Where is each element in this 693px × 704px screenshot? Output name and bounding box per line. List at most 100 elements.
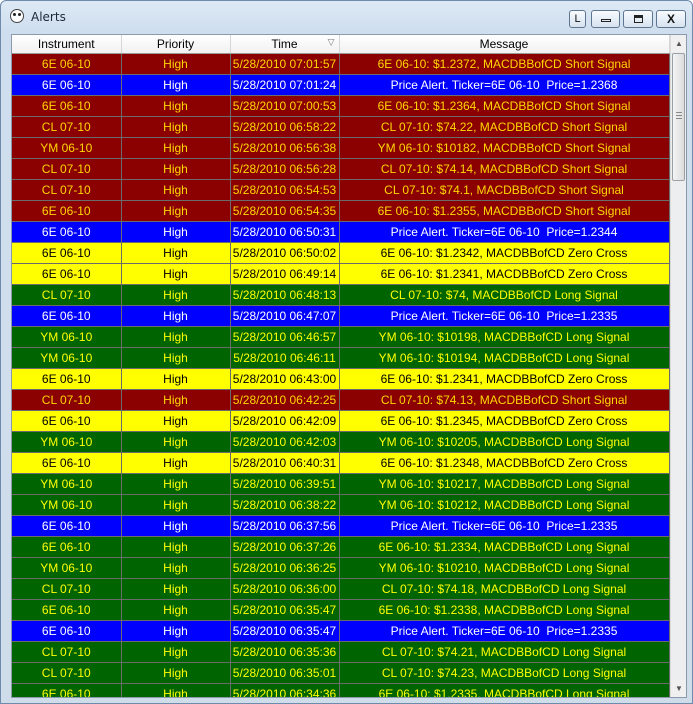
cell-instrument: CL 07-10 [12,641,122,663]
table-row[interactable]: YM 06-10 High 5/28/2010 06:46:11 YM 06-10: … [12,347,670,369]
table-row[interactable]: 6E 06-10 High 5/28/2010 06:42:09 6E 06-10: … [12,410,670,432]
table-row[interactable]: CL 07-10 High 5/28/2010 06:56:28 CL 07-10: … [12,158,670,180]
cell-time: 5/28/2010 06:54:35 [230,200,340,222]
table-row[interactable]: YM 06-10 High 5/28/2010 06:42:03 YM 06-10: … [12,431,670,453]
table-row[interactable]: YM 06-10 High 5/28/2010 06:36:25 YM 06-10: … [12,557,670,579]
table-row[interactable]: 6E 06-10 High 5/28/2010 06:34:36 6E 06-10: … [12,683,670,697]
table-row[interactable]: 6E 06-10 High 5/28/2010 07:01:24 Price Aler… [12,74,670,96]
column-header-message[interactable]: Message [339,35,670,54]
cell-time: 5/28/2010 07:00:53 [230,95,340,117]
cell-message: CL 07-10: $74.13, MACDBBofCD Short Signa… [339,389,670,411]
close-icon: X [666,12,675,26]
cell-time: 5/28/2010 07:01:57 [230,53,340,75]
table-row[interactable]: 6E 06-10 High 5/28/2010 06:47:07 Price Aler… [12,305,670,327]
scroll-down-button[interactable]: ▼ [671,680,686,697]
table-row[interactable]: YM 06-10 High 5/28/2010 06:39:51 YM 06-10: … [12,473,670,495]
cell-instrument: 6E 06-10 [12,74,122,96]
table-row[interactable]: CL 07-10 High 5/28/2010 06:36:00 CL 07-10: … [12,578,670,600]
maximize-icon [634,15,643,23]
link-l-button[interactable]: L [569,10,586,28]
table-row[interactable]: 6E 06-10 High 5/28/2010 06:54:35 6E 06-10: … [12,200,670,222]
table-row[interactable]: 6E 06-10 High 5/28/2010 06:37:56 Price Aler… [12,515,670,537]
cell-instrument: 6E 06-10 [12,53,122,75]
table-row[interactable]: CL 07-10 High 5/28/2010 06:54:53 CL 07-10: … [12,179,670,201]
table-row[interactable]: 6E 06-10 High 5/28/2010 06:49:14 6E 06-10: … [12,263,670,285]
scroll-thumb[interactable] [672,53,685,181]
cell-instrument: 6E 06-10 [12,683,122,697]
cell-message: Price Alert. Ticker=6E 06-10 Price=1.233… [339,620,670,642]
cell-time: 5/28/2010 06:42:03 [230,431,340,453]
cell-time: 5/28/2010 06:39:51 [230,473,340,495]
cell-time: 5/28/2010 06:47:07 [230,305,340,327]
cell-instrument: 6E 06-10 [12,452,122,474]
cell-instrument: CL 07-10 [12,662,122,684]
column-header-time-label: Time [271,37,298,51]
table-row[interactable]: YM 06-10 High 5/28/2010 06:46:57 YM 06-10: … [12,326,670,348]
cell-priority: High [121,137,231,159]
grip-line [676,118,682,119]
cell-priority: High [121,515,231,537]
close-button[interactable]: X [656,10,686,28]
cell-priority: High [121,578,231,600]
table-row[interactable]: 6E 06-10 High 5/28/2010 06:35:47 Price Aler… [12,620,670,642]
cell-time: 5/28/2010 06:36:00 [230,578,340,600]
alerts-table: Instrument Priority Time ▽ Message 6E 06-… [12,35,670,697]
title-bar[interactable]: Alerts L X [1,1,692,33]
cell-message: CL 07-10: $74.14, MACDBBofCD Short Signa… [339,158,670,180]
cell-instrument: 6E 06-10 [12,368,122,390]
cell-message: 6E 06-10: $1.2341, MACDBBofCD Zero Cross [339,263,670,285]
maximize-button[interactable] [623,10,653,28]
cell-instrument: 6E 06-10 [12,263,122,285]
cell-message: Price Alert. Ticker=6E 06-10 Price=1.236… [339,74,670,96]
table-row[interactable]: CL 07-10 High 5/28/2010 06:35:01 CL 07-10: … [12,662,670,684]
cell-priority: High [121,179,231,201]
cell-message: YM 06-10: $10198, MACDBBofCD Long Signal [339,326,670,348]
cell-time: 5/28/2010 06:50:02 [230,242,340,264]
minimize-icon [601,19,611,22]
minimize-button[interactable] [591,10,620,28]
cell-time: 5/28/2010 06:35:47 [230,620,340,642]
table-row[interactable]: 6E 06-10 High 5/28/2010 06:40:31 6E 06-10: … [12,452,670,474]
cell-message: 6E 06-10: $1.2338, MACDBBofCD Long Signa… [339,599,670,621]
table-row[interactable]: 6E 06-10 High 5/28/2010 06:43:00 6E 06-10: … [12,368,670,390]
cell-time: 5/28/2010 06:48:13 [230,284,340,306]
cell-time: 5/28/2010 06:43:00 [230,368,340,390]
scroll-up-button[interactable]: ▲ [671,35,686,52]
table-row[interactable]: CL 07-10 High 5/28/2010 06:35:36 CL 07-10: … [12,641,670,663]
cell-priority: High [121,284,231,306]
table-row[interactable]: 6E 06-10 High 5/28/2010 06:35:47 6E 06-10: … [12,599,670,621]
grip-line [676,112,682,113]
cell-priority: High [121,200,231,222]
cell-priority: High [121,305,231,327]
table-row[interactable]: 6E 06-10 High 5/28/2010 06:50:02 6E 06-10: … [12,242,670,264]
cell-time: 5/28/2010 07:01:24 [230,74,340,96]
cell-message: 6E 06-10: $1.2341, MACDBBofCD Zero Cross [339,368,670,390]
sort-descending-icon: ▽ [327,37,335,47]
cell-priority: High [121,326,231,348]
cell-instrument: CL 07-10 [12,116,122,138]
cell-time: 5/28/2010 06:42:25 [230,389,340,411]
cell-priority: High [121,557,231,579]
table-row[interactable]: 6E 06-10 High 5/28/2010 06:37:26 6E 06-10: … [12,536,670,558]
table-row[interactable]: YM 06-10 High 5/28/2010 06:56:38 YM 06-10: … [12,137,670,159]
cell-instrument: YM 06-10 [12,557,122,579]
table-row[interactable]: 6E 06-10 High 5/28/2010 07:01:57 6E 06-10: … [12,53,670,75]
column-header-time[interactable]: Time ▽ [230,35,340,54]
cell-message: 6E 06-10: $1.2345, MACDBBofCD Zero Cross [339,410,670,432]
cell-instrument: CL 07-10 [12,179,122,201]
cell-time: 5/28/2010 06:35:01 [230,662,340,684]
cell-priority: High [121,620,231,642]
table-row[interactable]: CL 07-10 High 5/28/2010 06:48:13 CL 07-10: … [12,284,670,306]
table-row[interactable]: 6E 06-10 High 5/28/2010 07:00:53 6E 06-10: … [12,95,670,117]
column-header-instrument[interactable]: Instrument [12,35,122,54]
table-row[interactable]: CL 07-10 High 5/28/2010 06:42:25 CL 07-10: … [12,389,670,411]
table-row[interactable]: 6E 06-10 High 5/28/2010 06:50:31 Price Aler… [12,221,670,243]
vertical-scrollbar[interactable]: ▲ ▼ [670,35,686,697]
table-row[interactable]: YM 06-10 High 5/28/2010 06:38:22 YM 06-10: … [12,494,670,516]
table-row[interactable]: CL 07-10 High 5/28/2010 06:58:22 CL 07-10: … [12,116,670,138]
cell-instrument: YM 06-10 [12,347,122,369]
grip-line [676,115,682,116]
column-header-priority[interactable]: Priority [121,35,231,54]
cell-message: Price Alert. Ticker=6E 06-10 Price=1.234… [339,221,670,243]
cell-message: 6E 06-10: $1.2364, MACDBBofCD Short Sign… [339,95,670,117]
